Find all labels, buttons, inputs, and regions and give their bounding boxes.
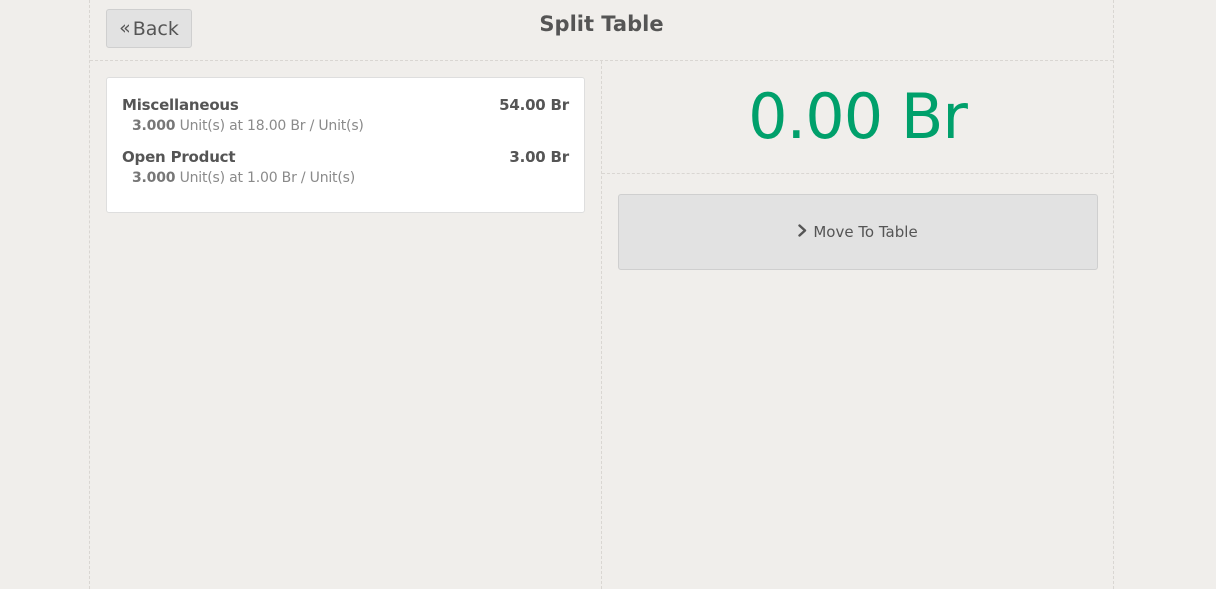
split-total-amount: 0.00 Br [748,80,968,153]
orderline-item[interactable]: Miscellaneous 54.00 Br 3.000 Unit(s) at … [122,96,569,140]
split-table-screen: « Back Split Table Miscellaneous 54.00 B… [89,0,1114,589]
orderline-unit-detail: Unit(s) at 1.00 Br / Unit(s) [179,170,356,186]
chevron-right-icon [798,223,807,241]
split-pane: 0.00 Br Move To Table [602,61,1113,589]
orderline-price: 54.00 Br [499,96,569,114]
orderline-info: 3.000 Unit(s) at 18.00 Br / Unit(s) [132,118,364,134]
orderlines-list: Miscellaneous 54.00 Br 3.000 Unit(s) at … [106,77,585,213]
move-to-table-button[interactable]: Move To Table [618,194,1098,270]
orderline-quantity: 3.000 [132,118,176,134]
chevron-right-icon-svg [798,224,807,237]
orderline-product-name: Miscellaneous [122,96,239,114]
total-area: 0.00 Br [602,61,1113,174]
orderline-info: 3.000 Unit(s) at 1.00 Br / Unit(s) [132,170,355,186]
page-title: Split Table [539,12,664,36]
orderline-product-name: Open Product [122,148,236,166]
orderline-quantity: 3.000 [132,170,176,186]
screen-header: « Back Split Table [90,0,1113,61]
orderline-item[interactable]: Open Product 3.00 Br 3.000 Unit(s) at 1.… [122,148,569,192]
orderlines-pane: Miscellaneous 54.00 Br 3.000 Unit(s) at … [90,61,602,589]
orderline-price: 3.00 Br [509,148,569,166]
move-to-table-label: Move To Table [813,223,918,241]
orderline-unit-detail: Unit(s) at 18.00 Br / Unit(s) [179,118,364,134]
